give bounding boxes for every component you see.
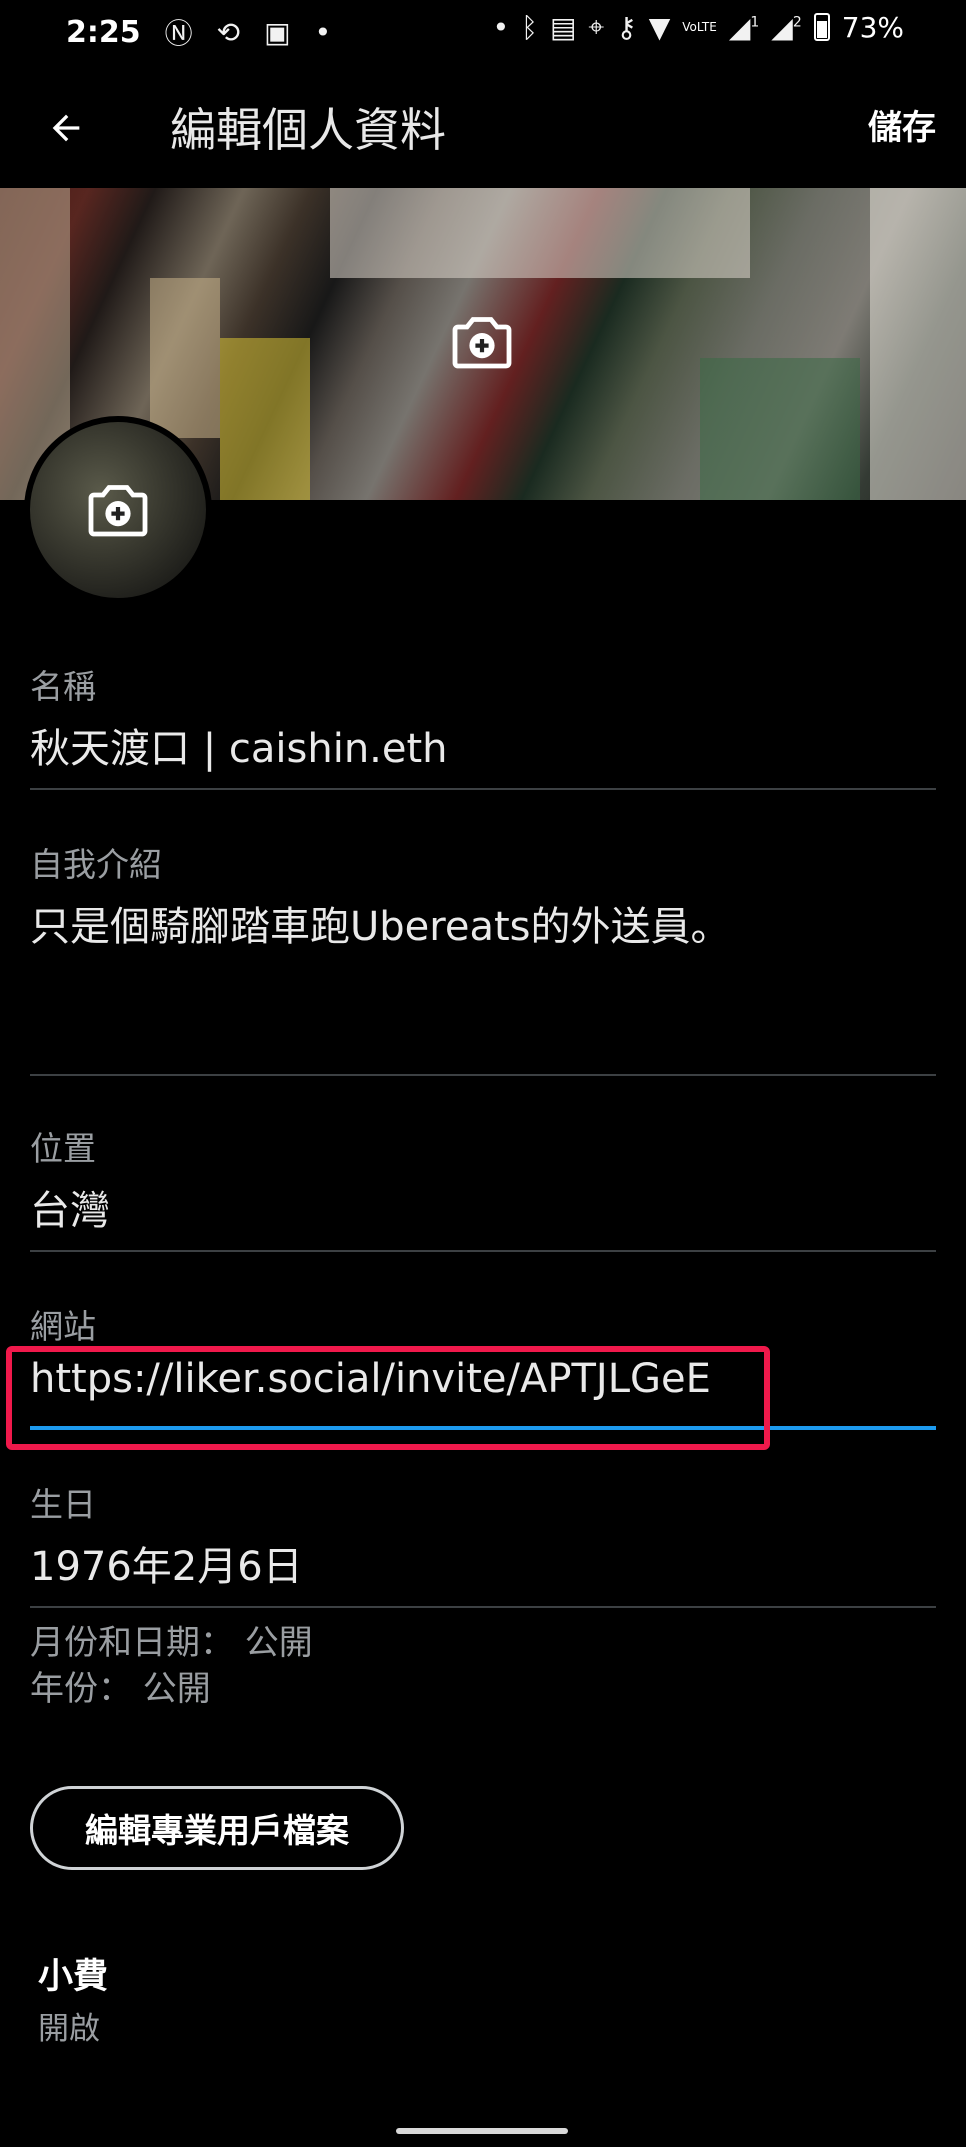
banner-collage-piece (220, 338, 310, 500)
banner-collage-piece (150, 278, 220, 438)
month-day-visibility[interactable]: 月份和日期： 公開 (30, 1620, 313, 1666)
status-bar: 2:25 Ⓝ ⟲ ▣ • • ᛒ ▤ ⌖ ⚷ ▼ VoLTE ◢1 ◢2 73% (0, 0, 966, 64)
banner-collage-piece (330, 188, 750, 278)
vpn-key-icon: ⚷ (616, 10, 637, 44)
birthday-label: 生日 (30, 1485, 96, 1524)
sim1-label: 1 (750, 14, 760, 31)
page-title: 編輯個人資料 (170, 103, 446, 157)
birthday-privacy[interactable]: 月份和日期： 公開 年份： 公開 (30, 1620, 313, 1712)
bio-label: 自我介紹 (30, 845, 162, 884)
website-label: 網站 (30, 1307, 96, 1346)
bio-input[interactable]: 只是個騎腳踏車跑Ubereats的外送員。 (30, 894, 936, 952)
tips-title: 小費 (38, 1957, 109, 1997)
highlight-box (6, 1346, 770, 1450)
add-photo-icon[interactable] (82, 474, 154, 546)
nfc-chip-icon: ▤ (549, 10, 577, 44)
avatar[interactable] (24, 416, 212, 604)
divider (30, 788, 936, 790)
signal-1-icon: ◢1 (728, 10, 760, 44)
dot-icon: • (492, 10, 510, 44)
year-visibility[interactable]: 年份： 公開 (30, 1666, 313, 1712)
divider (30, 1074, 936, 1076)
add-photo-icon[interactable] (446, 306, 518, 378)
back-button[interactable] (38, 100, 94, 156)
name-input[interactable]: 秋天渡口 | caishin.eth (30, 716, 936, 774)
edit-professional-profile-button[interactable]: 編輯專業用戶檔案 (30, 1786, 404, 1870)
divider (30, 1250, 936, 1252)
banner-collage-piece (870, 188, 966, 500)
wifi-icon: ▼ (648, 10, 671, 44)
tips-setting[interactable]: 小費 開啟 (38, 1948, 108, 2048)
birthday-input[interactable]: 1976年2月6日 (30, 1534, 936, 1592)
bluetooth-icon: ᛒ (521, 10, 538, 44)
battery-percent: 73% (841, 10, 904, 44)
sync-icon: ⟲ (216, 15, 241, 49)
location-label: 位置 (30, 1129, 96, 1168)
name-label: 名稱 (30, 667, 96, 706)
tips-status: 開啟 (38, 2011, 100, 2047)
divider (30, 1606, 936, 1608)
volte-icon: VoLTE (682, 20, 717, 34)
status-time: 2:25 (66, 14, 141, 50)
app-bar: 編輯個人資料 儲存 (0, 64, 966, 188)
name-field[interactable]: 名稱 秋天渡口 | caishin.eth (30, 660, 936, 792)
nfc-icon: Ⓝ (164, 17, 193, 50)
birthday-field[interactable]: 生日 1976年2月6日 (30, 1478, 936, 1610)
bio-field[interactable]: 自我介紹 只是個騎腳踏車跑Ubereats的外送員。 (30, 838, 936, 1076)
battery-icon (813, 13, 830, 41)
home-indicator[interactable] (396, 2128, 568, 2134)
location-input[interactable]: 台灣 (30, 1178, 936, 1236)
save-button[interactable]: 儲存 (868, 100, 936, 149)
location-icon: ⌖ (588, 10, 605, 43)
arrow-left-icon (52, 114, 80, 142)
image-icon: ▣ (264, 15, 291, 49)
banner-collage-piece (700, 358, 860, 500)
sim2-label: 2 (792, 14, 802, 31)
dot-icon: • (314, 15, 332, 49)
location-field[interactable]: 位置 台灣 (30, 1122, 936, 1254)
signal-2-icon: ◢2 (771, 10, 802, 44)
